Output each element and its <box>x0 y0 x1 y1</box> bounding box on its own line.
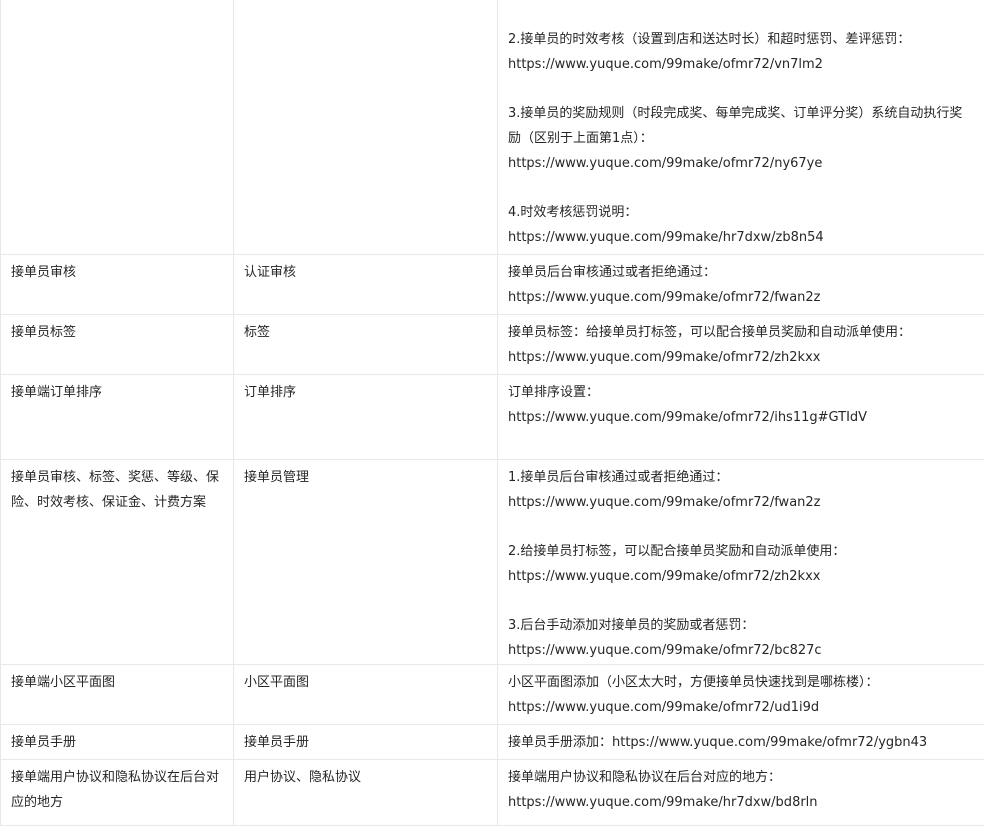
doc-link[interactable]: https://www.yuque.com/99make/ofmr72/vn7l… <box>508 52 975 77</box>
doc-text: 3.接单员的奖励规则（时段完成奖、每单完成奖、订单评分奖）系统自动执行奖励（区别… <box>508 101 975 151</box>
menu-cell: 小区平面图 <box>234 665 498 725</box>
menu-cell <box>234 0 498 255</box>
paragraph-gap <box>508 515 975 539</box>
doc-cell: 接单员标签：给接单员打标签，可以配合接单员奖励和自动派单使用： https://… <box>498 315 984 375</box>
paragraph-gap <box>508 77 975 101</box>
feature-table: 2.接单员的时效考核（设置到店和送达时长）和超时惩罚、差评惩罚： https:/… <box>0 0 984 826</box>
feature-cell: 接单员标签 <box>1 315 234 375</box>
doc-link[interactable]: https://www.yuque.com/99make/ofmr72/ud1i… <box>508 695 975 720</box>
doc-link[interactable]: https://www.yuque.com/99make/ofmr72/ny67… <box>508 151 975 176</box>
menu-cell: 标签 <box>234 315 498 375</box>
doc-text: 3.后台手动添加对接单员的奖励或者惩罚： <box>508 613 975 638</box>
table-row: 接单员标签 标签 接单员标签：给接单员打标签，可以配合接单员奖励和自动派单使用：… <box>1 315 984 375</box>
menu-cell: 用户协议、隐私协议 <box>234 760 498 826</box>
doc-text-with-link[interactable]: 接单员手册添加：https://www.yuque.com/99make/ofm… <box>508 730 975 755</box>
doc-cell: 小区平面图添加（小区太大时，方便接单员快速找到是哪栋楼）： https://ww… <box>498 665 984 725</box>
doc-link[interactable]: https://www.yuque.com/99make/ofmr72/bc82… <box>508 638 975 663</box>
menu-cell: 接单员管理 <box>234 460 498 665</box>
paragraph-gap <box>508 176 975 200</box>
table-row: 接单端订单排序 订单排序 订单排序设置： https://www.yuque.c… <box>1 375 984 460</box>
menu-cell: 订单排序 <box>234 375 498 460</box>
doc-text: 接单端用户协议和隐私协议在后台对应的地方： <box>508 765 975 790</box>
table-row: 接单员审核、标签、奖惩、等级、保险、时效考核、保证金、计费方案 接单员管理 1.… <box>1 460 984 665</box>
doc-cell: 接单端用户协议和隐私协议在后台对应的地方： https://www.yuque.… <box>498 760 984 826</box>
doc-link[interactable]: https://www.yuque.com/99make/hr7dxw/bd8r… <box>508 790 975 815</box>
doc-cell: 1.接单员后台审核通过或者拒绝通过： https://www.yuque.com… <box>498 460 984 665</box>
doc-link[interactable]: https://www.yuque.com/99make/ofmr72/zh2k… <box>508 345 975 370</box>
doc-cell: 接单员手册添加：https://www.yuque.com/99make/ofm… <box>498 725 984 760</box>
doc-text: 接单员后台审核通过或者拒绝通过： <box>508 260 975 285</box>
doc-link[interactable]: https://www.yuque.com/99make/hr7dxw/zb8n… <box>508 225 975 250</box>
doc-text: 1.接单员后台审核通过或者拒绝通过： <box>508 465 975 490</box>
menu-cell: 认证审核 <box>234 255 498 315</box>
doc-text: 订单排序设置： <box>508 380 975 405</box>
doc-link[interactable]: https://www.yuque.com/99make/ofmr72/ihs1… <box>508 405 975 430</box>
doc-link[interactable]: https://www.yuque.com/99make/ofmr72/fwan… <box>508 490 975 515</box>
menu-cell: 接单员手册 <box>234 725 498 760</box>
doc-text: 接单员标签：给接单员打标签，可以配合接单员奖励和自动派单使用： <box>508 320 975 345</box>
feature-cell <box>1 0 234 255</box>
doc-cell: 2.接单员的时效考核（设置到店和送达时长）和超时惩罚、差评惩罚： https:/… <box>498 0 984 255</box>
doc-text: 4.时效考核惩罚说明： <box>508 200 975 225</box>
table-row: 接单员审核 认证审核 接单员后台审核通过或者拒绝通过： https://www.… <box>1 255 984 315</box>
feature-cell: 接单员审核、标签、奖惩、等级、保险、时效考核、保证金、计费方案 <box>1 460 234 665</box>
doc-text: 小区平面图添加（小区太大时，方便接单员快速找到是哪栋楼）： <box>508 670 975 695</box>
feature-cell: 接单员审核 <box>1 255 234 315</box>
table-row: 接单端小区平面图 小区平面图 小区平面图添加（小区太大时，方便接单员快速找到是哪… <box>1 665 984 725</box>
doc-link[interactable]: https://www.yuque.com/99make/ofmr72/fwan… <box>508 285 975 310</box>
table-row: 2.接单员的时效考核（设置到店和送达时长）和超时惩罚、差评惩罚： https:/… <box>1 0 984 255</box>
table-row: 接单端用户协议和隐私协议在后台对应的地方 用户协议、隐私协议 接单端用户协议和隐… <box>1 760 984 826</box>
doc-cell: 订单排序设置： https://www.yuque.com/99make/ofm… <box>498 375 984 460</box>
doc-cell: 接单员后台审核通过或者拒绝通过： https://www.yuque.com/9… <box>498 255 984 315</box>
paragraph-gap <box>508 589 975 613</box>
feature-cell: 接单端用户协议和隐私协议在后台对应的地方 <box>1 760 234 826</box>
doc-text: 2.接单员的时效考核（设置到店和送达时长）和超时惩罚、差评惩罚： <box>508 27 975 52</box>
doc-text: 2.给接单员打标签，可以配合接单员奖励和自动派单使用： <box>508 539 975 564</box>
doc-link[interactable]: https://www.yuque.com/99make/ofmr72/zh2k… <box>508 564 975 589</box>
feature-cell: 接单员手册 <box>1 725 234 760</box>
feature-cell: 接单端小区平面图 <box>1 665 234 725</box>
feature-cell: 接单端订单排序 <box>1 375 234 460</box>
table-row: 接单员手册 接单员手册 接单员手册添加：https://www.yuque.co… <box>1 725 984 760</box>
